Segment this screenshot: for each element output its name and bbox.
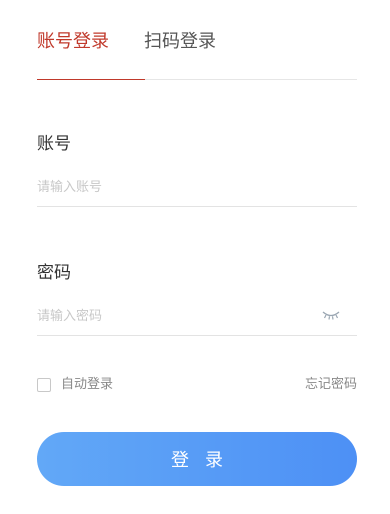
eye-closed-icon[interactable] — [321, 308, 341, 322]
login-options: 自动登录 忘记密码 — [37, 376, 357, 396]
tab-account-login[interactable]: 账号登录 — [37, 30, 109, 54]
auto-login-label[interactable]: 自动登录 — [61, 376, 113, 394]
login-button[interactable]: 登录 — [37, 432, 357, 486]
password-field-row — [37, 296, 357, 336]
active-tab-indicator — [37, 78, 145, 80]
account-field-row — [37, 167, 357, 207]
login-tabs: 账号登录 扫码登录 — [37, 30, 357, 80]
login-panel: 账号登录 扫码登录 账号 密码 自动登录 忘记密码 登录 — [0, 0, 390, 514]
forgot-password-link[interactable]: 忘记密码 — [305, 376, 357, 394]
password-label: 密码 — [37, 263, 71, 283]
account-label: 账号 — [37, 134, 71, 154]
account-input[interactable] — [37, 167, 307, 207]
tab-qrcode-login[interactable]: 扫码登录 — [144, 30, 216, 54]
auto-login-checkbox[interactable] — [37, 378, 51, 392]
password-input[interactable] — [37, 296, 307, 336]
